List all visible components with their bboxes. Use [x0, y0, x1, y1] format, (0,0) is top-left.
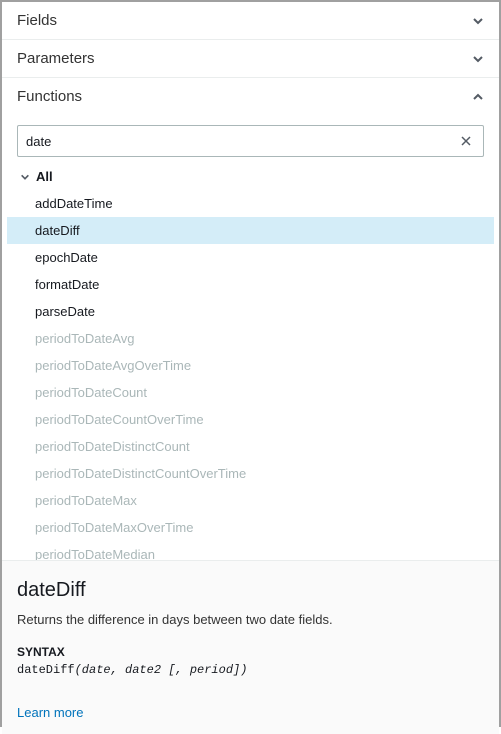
section-fields[interactable]: Fields [2, 2, 499, 40]
search-row [2, 115, 499, 163]
syntax-args: (date, date2 [, period]) [75, 663, 248, 677]
functions-list[interactable]: addDateTimedateDiffepochDateformatDatepa… [7, 190, 494, 560]
syntax-code: dateDiff(date, date2 [, period]) [17, 663, 484, 677]
function-item: periodToDateMedian [7, 541, 494, 560]
function-item[interactable]: formatDate [7, 271, 494, 298]
clear-search-icon[interactable] [457, 134, 475, 148]
function-item: periodToDateAvg [7, 325, 494, 352]
function-item: periodToDateCount [7, 379, 494, 406]
chevron-down-icon [472, 53, 484, 65]
syntax-label: SYNTAX [17, 645, 484, 659]
function-item: periodToDateMaxOverTime [7, 514, 494, 541]
function-item: periodToDateDistinctCount [7, 433, 494, 460]
chevron-down-icon [20, 172, 30, 182]
section-functions[interactable]: Functions [2, 78, 499, 115]
learn-more-link[interactable]: Learn more [17, 705, 484, 720]
search-wrap[interactable] [17, 125, 484, 157]
function-item: periodToDateMax [7, 487, 494, 514]
syntax-fn: dateDiff [17, 663, 75, 677]
detail-title: dateDiff [17, 579, 484, 602]
category-label: All [36, 169, 53, 184]
chevron-down-icon [472, 15, 484, 27]
chevron-up-icon [472, 91, 484, 103]
detail-description: Returns the difference in days between t… [17, 612, 484, 627]
detail-panel: dateDiff Returns the difference in days … [2, 560, 499, 734]
function-item: periodToDateAvgOverTime [7, 352, 494, 379]
function-item[interactable]: addDateTime [7, 190, 494, 217]
category-all[interactable]: All [2, 163, 499, 190]
section-functions-title: Functions [17, 88, 82, 105]
section-parameters-title: Parameters [17, 50, 95, 67]
section-parameters[interactable]: Parameters [2, 40, 499, 78]
function-item: periodToDateCountOverTime [7, 406, 494, 433]
functions-body: All addDateTimedateDiffepochDateformatDa… [2, 115, 499, 560]
function-item[interactable]: dateDiff [7, 217, 494, 244]
function-item[interactable]: epochDate [7, 244, 494, 271]
function-item[interactable]: parseDate [7, 298, 494, 325]
section-fields-title: Fields [17, 12, 57, 29]
search-input[interactable] [26, 134, 457, 149]
function-item: periodToDateDistinctCountOverTime [7, 460, 494, 487]
